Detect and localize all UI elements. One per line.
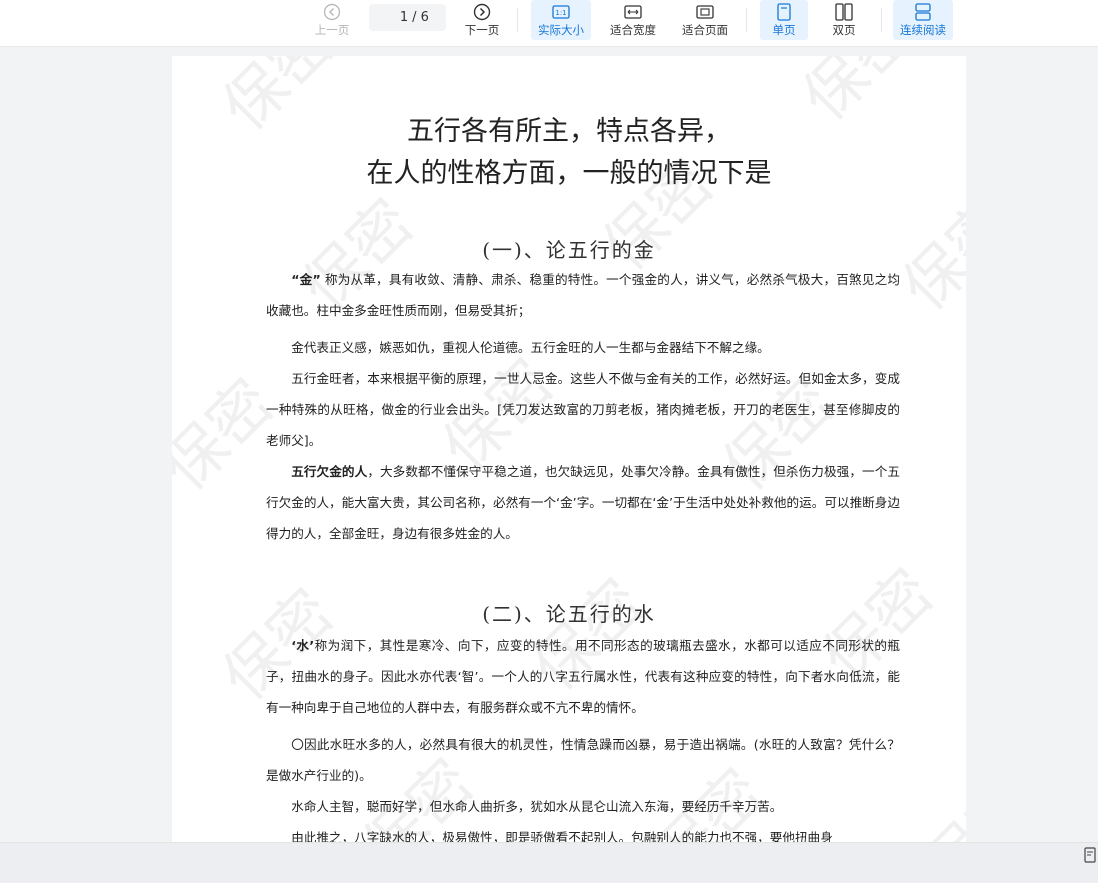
prev-page-button[interactable]: 上一页 [310, 0, 354, 40]
viewer-toolbar: 上一页 / 6 下一页 1:1 实际大小 适合宽度 适合页面 单页 [0, 0, 1098, 47]
paragraph: 由此推之，八字缺水的人，极易傲性，即是骄傲看不起别人。包融别人的能力也不强，要他… [291, 830, 833, 842]
page-number-input[interactable] [386, 10, 409, 25]
actual-size-button[interactable]: 1:1 实际大小 [531, 0, 591, 40]
section-heading-water: (二)、论五行的水 [482, 602, 656, 626]
double-page-label: 双页 [832, 23, 856, 37]
chevron-right-circle-icon [472, 2, 492, 22]
paragraph: ‘水’称为润下，其性是寒冷、向下，应变的特性。用不同形态的玻璃瓶去盛水，水都可以… [266, 638, 900, 715]
single-page-icon [774, 2, 794, 22]
toolbar-divider [517, 8, 518, 32]
single-page-button[interactable]: 单页 [760, 0, 808, 40]
double-page-icon [834, 2, 854, 22]
next-page-label: 下一页 [464, 23, 500, 37]
status-bar [0, 842, 1098, 883]
keyword: “金” [291, 272, 321, 287]
page-total: / 6 [412, 10, 429, 25]
paragraph: 五行金旺者，本来根据平衡的原理，一世人忌金。这些人不做与金有关的工作，必然好运。… [266, 371, 900, 448]
next-page-button[interactable]: 下一页 [460, 0, 504, 40]
document-viewer[interactable]: 保密 保密 保密 保密 保密 保密 保密 保密 保密 保密 保密 保密 保密 保… [0, 47, 1098, 842]
toolbar-divider [746, 8, 747, 32]
paragraph: 五行欠金的人，大多数都不懂保守平稳之道，也欠缺远见，处事欠冷静。金具有傲性，但杀… [266, 464, 901, 541]
prev-page-label: 上一页 [314, 23, 350, 37]
keyword: ‘水’ [291, 638, 315, 653]
fit-width-icon [623, 2, 643, 22]
page-view-icon[interactable] [1084, 847, 1096, 867]
watermark: 保密 [908, 765, 966, 842]
continuous-reading-label: 连续阅读 [900, 23, 946, 37]
toolbar-divider [881, 8, 882, 32]
fit-page-label: 适合页面 [682, 23, 728, 37]
svg-text:1:1: 1:1 [555, 9, 566, 17]
actual-size-icon: 1:1 [551, 2, 571, 22]
fit-page-icon [695, 2, 715, 22]
document-page: 保密 保密 保密 保密 保密 保密 保密 保密 保密 保密 保密 保密 保密 保… [172, 56, 966, 842]
document-title-line2: 在人的性格方面，一般的情况下是 [366, 158, 772, 189]
double-page-button[interactable]: 双页 [820, 0, 868, 40]
continuous-reading-button[interactable]: 连续阅读 [893, 0, 953, 40]
fit-width-label: 适合宽度 [610, 23, 656, 37]
paragraph: 水命人主智，聪而好学，但水命人曲折多，犹如水从昆仑山流入东海，要经历千辛万苦。 [291, 799, 783, 814]
fit-page-button[interactable]: 适合页面 [676, 0, 734, 40]
paragraph: “金” 称为从革，具有收敛、清静、肃杀、稳重的特性。一个强金的人，讲义气，必然杀… [266, 272, 900, 318]
document-title-line1: 五行各有所主，特点各异， [407, 116, 731, 147]
single-page-label: 单页 [772, 23, 796, 37]
actual-size-label: 实际大小 [538, 23, 584, 37]
keyword: 五行欠金的人 [291, 464, 368, 479]
continuous-reading-icon [913, 2, 933, 22]
paragraph: 〇因此水旺水多的人，必然具有很大的机灵性，性情急躁而凶暴，易于造出祸端。(水旺的… [266, 737, 900, 783]
page-indicator: / 6 [369, 4, 446, 31]
section-heading-metal: (一)、论五行的金 [482, 238, 656, 262]
paragraph: 金代表正义感，嫉恶如仇，重视人伦道德。五行金旺的人一生都与金器结下不解之缘。 [291, 340, 770, 355]
fit-width-button[interactable]: 适合宽度 [604, 0, 662, 40]
chevron-left-circle-icon [322, 2, 342, 22]
